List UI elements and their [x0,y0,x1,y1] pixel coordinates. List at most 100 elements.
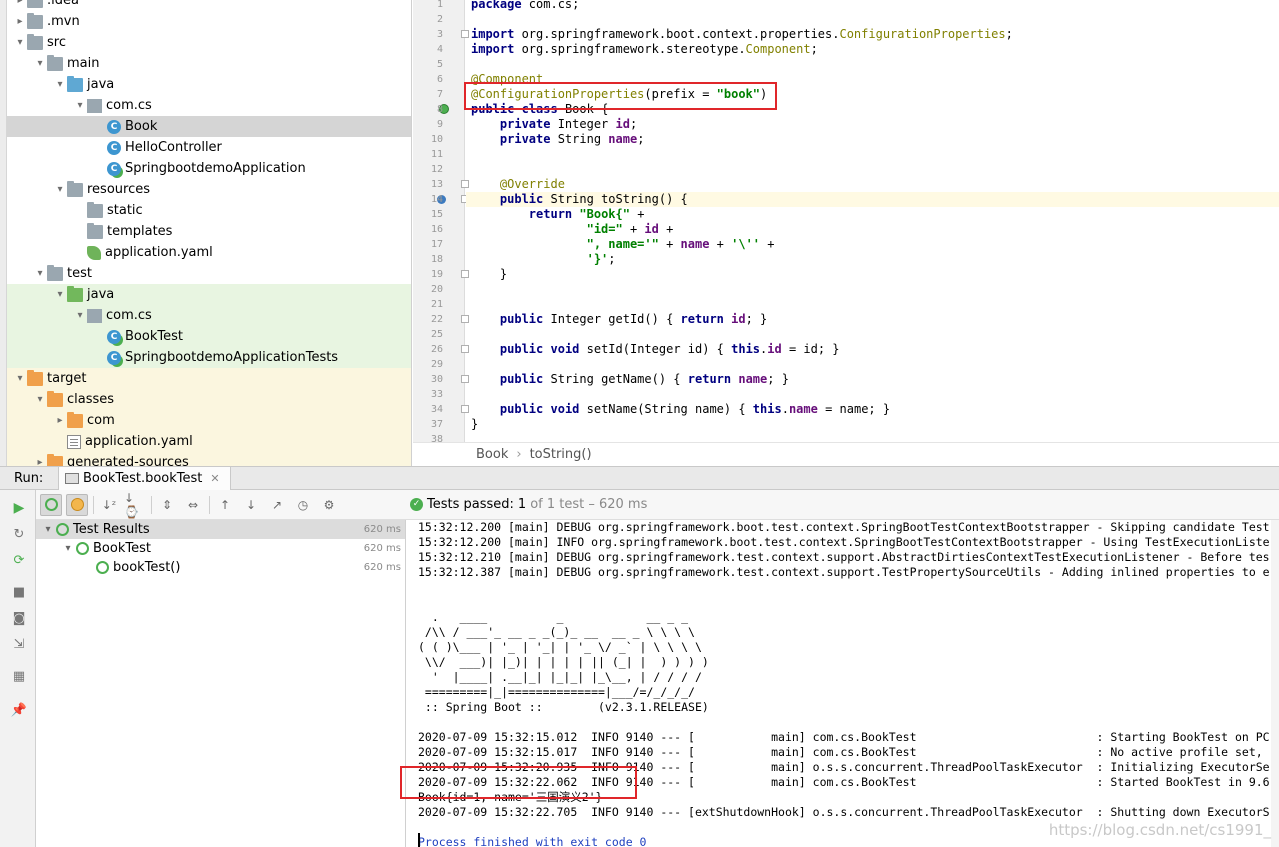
expand-arrow-icon[interactable]: ▸ [53,415,67,426]
yaml-file-icon [67,434,81,449]
sort-alpha-button[interactable]: ↓ᶻ [98,494,120,516]
fold-marker-icon[interactable] [461,405,469,413]
toggle-autotest-icon[interactable]: ⟳ [11,552,27,568]
code-line: package com.cs; [471,0,1279,12]
tree-item[interactable]: ▾ com.cs [7,305,411,326]
tree-item[interactable]: ▾ resources [7,179,411,200]
show-passed-button[interactable] [40,493,62,516]
tree-item-label: SpringbootdemoApplication [125,161,306,176]
rerun-icon[interactable]: ▶ [11,500,27,516]
tree-item[interactable]: ▾ com.cs [7,95,411,116]
history-button[interactable]: ◷ [292,494,314,516]
breadcrumb-class[interactable]: Book [476,447,508,462]
layout-icon[interactable]: ▦ [11,668,27,684]
expand-arrow-icon[interactable]: ▸ [13,0,27,6]
pin-icon[interactable]: 📌 [11,702,27,718]
breadcrumb-method[interactable]: toString() [530,447,592,462]
tree-item[interactable]: ▾ target [7,368,411,389]
test-result-row[interactable]: bookTest() 620 ms [36,558,405,577]
tree-item[interactable]: C SpringbootdemoApplication [7,158,411,179]
line-number: 20 [430,284,443,295]
code-token: id [731,312,746,326]
passed-check-icon [76,542,89,555]
expand-arrow-icon[interactable]: ▾ [33,58,47,69]
fold-marker-icon[interactable] [461,345,469,353]
expand-arrow-icon[interactable]: ▾ [73,100,87,111]
code-token: + [760,237,775,251]
run-tab[interactable]: BookTest.bookTest ✕ [58,466,231,490]
tree-item[interactable]: ▾ classes [7,389,411,410]
next-failed-button[interactable]: ↓ [240,494,262,516]
show-ignored-button[interactable] [66,493,88,516]
tree-item[interactable]: C HelloController [7,137,411,158]
collapse-all-button[interactable]: ⇔ [182,494,204,516]
console-scrollbar[interactable] [1271,520,1279,847]
rerun-failed-icon[interactable]: ↻ [11,526,27,542]
highlight-box-annotation [400,766,637,799]
code-token: this [752,402,782,416]
expand-arrow-icon[interactable]: ▾ [13,37,27,48]
tree-item[interactable]: ▸ .mvn [7,11,411,32]
ignored-icon [70,498,84,511]
tree-item[interactable]: ▸ com [7,410,411,431]
close-icon[interactable]: ✕ [210,472,219,485]
expand-all-button[interactable]: ⇕ [156,494,178,516]
stop-icon[interactable]: ■ [11,584,27,600]
tree-item[interactable]: ▾ test [7,263,411,284]
run-tool-header: Run: BookTest.bookTest ✕ [0,466,1279,490]
code-line: public void setId(Integer id) { this.id … [471,342,1279,357]
tree-item[interactable]: C BookTest [7,326,411,347]
tree-item-label: .idea [47,0,79,8]
expand-arrow-icon[interactable]: ▾ [53,289,67,300]
excluded-folder-icon [27,369,43,386]
tree-item[interactable]: ▾ main [7,53,411,74]
tree-item[interactable]: ▾ java [7,74,411,95]
import-tests-icon[interactable]: ⇲ [11,636,27,652]
camera-icon[interactable]: ◙ [11,610,27,626]
watermark: https://blog.csdn.net/cs1991_ [1048,821,1271,839]
expand-arrow-icon[interactable]: ▾ [53,79,67,90]
expand-arrow-icon[interactable]: ▾ [42,524,54,535]
expand-arrow-icon[interactable]: ▾ [53,184,67,195]
settings-gear-icon[interactable]: ⚙ [318,494,340,516]
test-result-row[interactable]: ▾ Test Results 620 ms [36,520,405,539]
tree-item[interactable]: C SpringbootdemoApplicationTests [7,347,411,368]
console-line: 15:32:12.210 [main] DEBUG org.springfram… [418,550,1270,564]
tree-item[interactable]: ▾ java [7,284,411,305]
tree-item-label: com.cs [106,98,152,113]
test-name: bookTest() [113,560,181,575]
code-token: package [471,0,522,11]
fold-marker-icon[interactable] [461,180,469,188]
expand-arrow-icon[interactable]: ▸ [13,16,27,27]
excluded-folder-icon [47,390,63,407]
fold-marker-icon[interactable] [461,270,469,278]
tree-item[interactable]: ▾ src [7,32,411,53]
fold-marker-icon[interactable] [461,30,469,38]
tree-item[interactable]: templates [7,221,411,242]
tree-item-label: HelloController [125,140,222,155]
previous-failed-button[interactable]: ↑ [214,494,236,516]
tree-item[interactable]: ▸ .idea [7,0,411,11]
test-result-row[interactable]: ▾ BookTest 620 ms [36,539,405,558]
expand-arrow-icon[interactable]: ▾ [62,543,74,554]
tree-item[interactable]: C Book [7,116,411,137]
tree-item[interactable]: application.yaml [7,242,411,263]
expand-arrow-icon[interactable]: ▸ [33,457,47,466]
code-editor[interactable]: 1 2 3 4 5 6 7 8 9 10 11 12 13 14 15 16 17 18 19 20 21 22 25 26 2… [413,0,1279,442]
tree-item[interactable]: static [7,200,411,221]
tree-item[interactable]: application.yaml [7,431,411,452]
fold-marker-icon[interactable] [461,315,469,323]
expand-arrow-icon[interactable]: ▾ [33,268,47,279]
code-token: "id=" [586,222,623,236]
tree-item[interactable]: ▸ generated-sources [7,452,411,466]
code-token: this [731,342,761,356]
expand-arrow-icon[interactable]: ▾ [33,394,47,405]
export-button[interactable]: ↗ [266,494,288,516]
console-line: 2020-07-09 15:32:15.017 INFO 9140 --- [ … [418,745,1270,759]
expand-arrow-icon[interactable]: ▾ [13,373,27,384]
expand-arrow-icon[interactable]: ▾ [73,310,87,321]
toolbar-divider [93,495,94,514]
fold-marker-icon[interactable] [461,375,469,383]
sort-duration-button[interactable]: ↓⌚ [124,491,146,519]
